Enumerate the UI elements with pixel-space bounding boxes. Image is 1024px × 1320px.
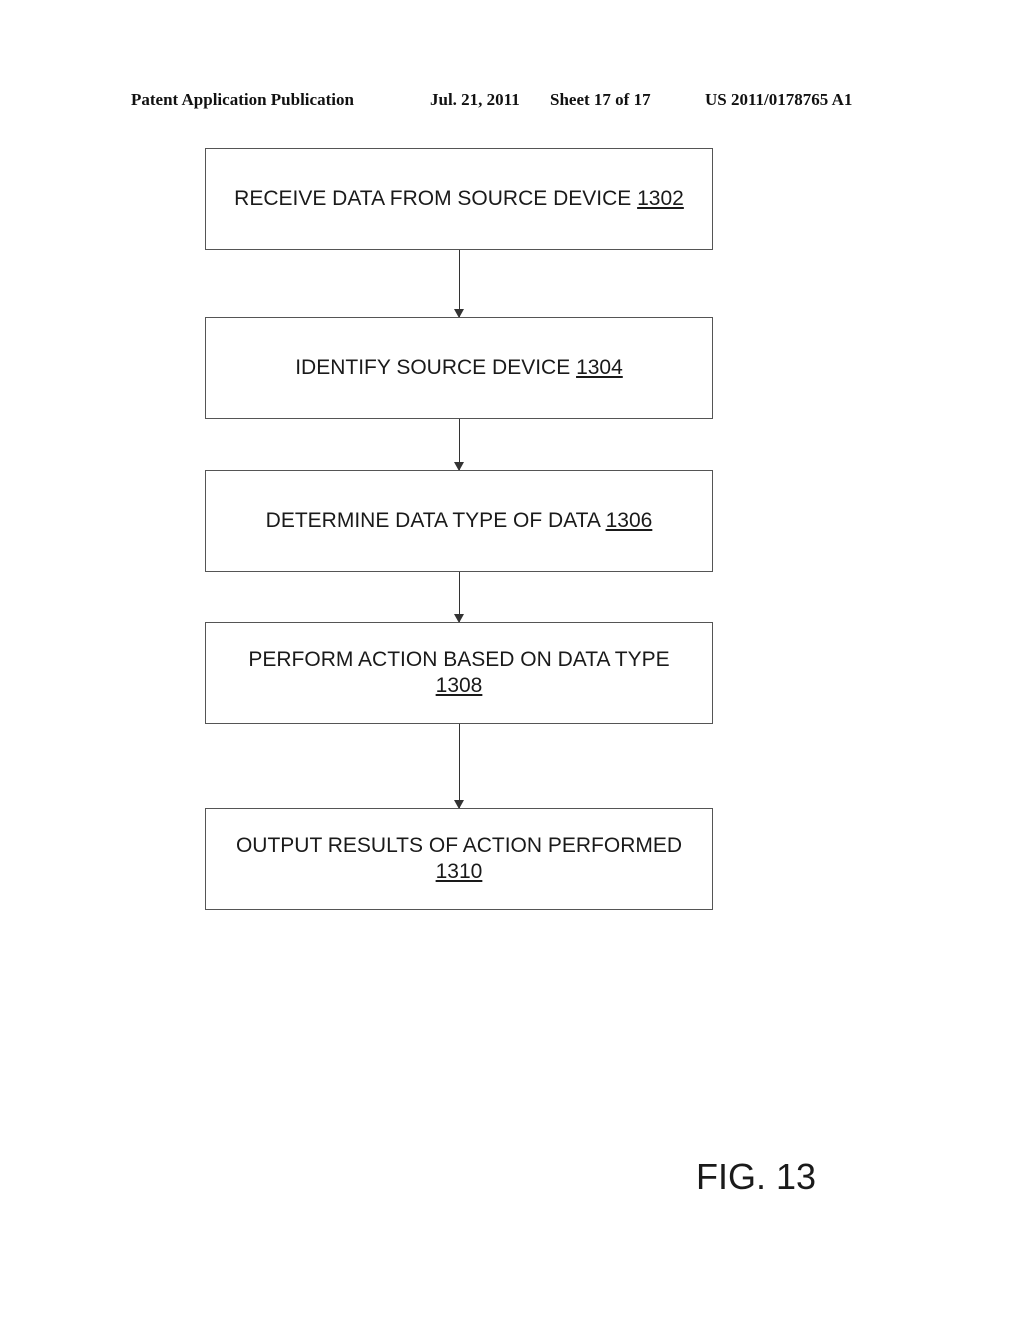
flow-step-1310: OUTPUT RESULTS OF ACTION PERFORMED 1310 [205,808,713,910]
flow-step-1302: RECEIVE DATA FROM SOURCE DEVICE 1302 [205,148,713,250]
step-label: RECEIVE DATA FROM SOURCE DEVICE 1302 [234,187,684,210]
flow-arrow [454,419,464,471]
step-ref: 1304 [576,356,623,379]
publication-date: Jul. 21, 2011 [430,90,520,109]
sheet-number: Sheet 17 of 17 [550,90,651,109]
flow-step-1304: IDENTIFY SOURCE DEVICE 1304 [205,317,713,419]
step-label: PERFORM ACTION BASED ON DATA TYPE 1308 [248,648,670,697]
step-label: IDENTIFY SOURCE DEVICE 1304 [295,356,623,379]
flow-step-1306: DETERMINE DATA TYPE OF DATA 1306 [205,470,713,572]
flow-arrow [454,572,464,623]
step-ref: 1306 [605,509,653,532]
flow-arrow [454,250,464,318]
patent-header: Patent Application Publication Jul. 21, … [0,90,1024,114]
flow-step-1308: PERFORM ACTION BASED ON DATA TYPE 1308 [205,622,713,724]
figure-label: FIG. 13 [696,1156,817,1197]
publication-label: Patent Application Publication [131,90,354,109]
step-ref: 1310 [435,860,483,883]
patent-number: US 2011/0178765 A1 [705,90,853,109]
step-label: OUTPUT RESULTS OF ACTION PERFORMED 1310 [235,834,683,883]
step-ref: 1302 [637,187,684,210]
step-label: DETERMINE DATA TYPE OF DATA 1306 [265,509,653,532]
step-ref: 1308 [435,674,483,697]
flow-arrow [454,724,464,809]
